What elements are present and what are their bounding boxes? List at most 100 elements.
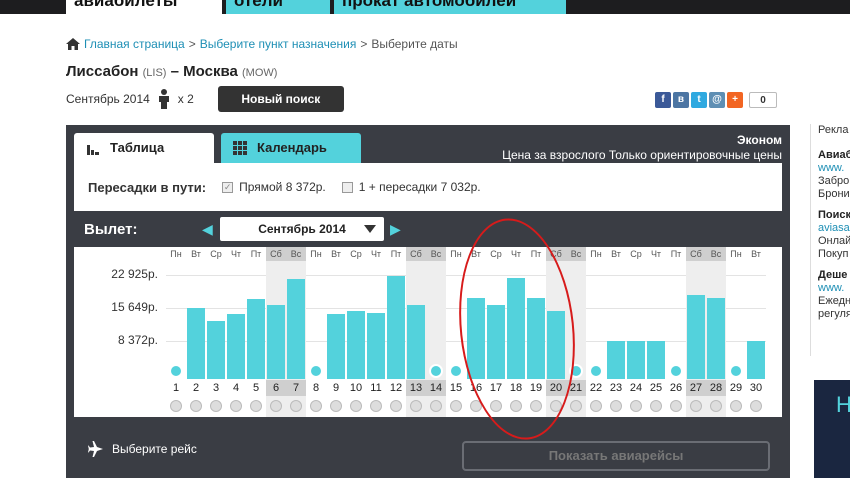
price-bar[interactable] [607,341,625,379]
price-bar[interactable] [707,298,725,379]
show-flights-button[interactable]: Показать авиарейсы [462,441,770,471]
search-icon[interactable] [169,364,183,378]
day-column[interactable]: Вт 30 [746,247,766,417]
tab-calendar[interactable]: Календарь [221,133,361,163]
day-radio[interactable] [290,400,302,412]
facebook-icon[interactable]: f [655,92,671,108]
day-radio[interactable] [610,400,622,412]
day-radio[interactable] [450,400,462,412]
day-column[interactable]: Вт 9 [326,247,346,417]
day-radio[interactable] [270,400,282,412]
twitter-icon[interactable]: t [691,92,707,108]
day-radio[interactable] [210,400,222,412]
ad-link[interactable]: www. [818,162,850,175]
search-icon[interactable] [429,364,443,378]
day-radio[interactable] [650,400,662,412]
day-column[interactable]: Пн 22 [586,247,606,417]
day-radio[interactable] [690,400,702,412]
day-column[interactable]: Сб 27 [686,247,706,417]
day-column[interactable]: Ср 24 [626,247,646,417]
ad-link[interactable]: aviasa [818,222,850,235]
vk-icon[interactable]: в [673,92,689,108]
day-radio[interactable] [230,400,242,412]
day-radio[interactable] [590,400,602,412]
price-bar[interactable] [387,276,405,379]
day-column[interactable]: Сб 13 [406,247,426,417]
day-column[interactable]: Пт 5 [246,247,266,417]
breadcrumb-destination[interactable]: Выберите пункт назначения [200,37,357,51]
day-column[interactable]: Пн 1 [166,247,186,417]
prev-month-arrow-icon[interactable]: ◀ [202,221,220,238]
ad-title[interactable]: Деше [818,269,850,282]
price-bar[interactable] [267,305,285,379]
day-radio[interactable] [330,400,342,412]
price-bar[interactable] [207,321,225,379]
day-column[interactable]: Вс 28 [706,247,726,417]
day-column[interactable]: Вс 14 [426,247,446,417]
price-bar[interactable] [627,341,645,379]
day-column[interactable]: Чт 4 [226,247,246,417]
search-icon[interactable] [669,364,683,378]
transfer-checkbox[interactable]: 1 + пересадки 7 032р. [341,180,481,194]
search-icon[interactable] [729,364,743,378]
day-column[interactable]: Вт 23 [606,247,626,417]
day-radio[interactable] [430,400,442,412]
price-bar[interactable] [647,341,665,379]
price-bar[interactable] [347,311,365,379]
search-icon[interactable] [309,364,323,378]
price-bar[interactable] [687,295,705,379]
day-column[interactable]: Вт 2 [186,247,206,417]
direct-checkbox[interactable]: ✓ Прямой 8 372р. [222,180,326,194]
mail-icon[interactable]: @ [709,92,725,108]
price-bar[interactable] [407,305,425,379]
breadcrumb-home[interactable]: Главная страница [84,37,185,51]
price-bar[interactable] [367,313,385,379]
day-column[interactable]: Чт 11 [366,247,386,417]
tab-car-rental[interactable]: прокат автомобилей [334,0,566,14]
day-column[interactable]: Сб 6 [266,247,286,417]
day-column[interactable]: Чт 25 [646,247,666,417]
price-bar[interactable] [227,314,245,379]
day-radio[interactable] [250,400,262,412]
tab-hotels[interactable]: отели [226,0,330,14]
day-column[interactable]: Вс 7 [286,247,306,417]
day-radio[interactable] [630,400,642,412]
day-radio[interactable] [350,400,362,412]
day-column[interactable]: Ср 10 [346,247,366,417]
day-radio[interactable] [310,400,322,412]
tab-flights[interactable]: авиабилеты [66,0,222,14]
day-column[interactable]: Пн 29 [726,247,746,417]
day-number: 4 [232,382,240,394]
day-radio[interactable] [410,400,422,412]
day-column[interactable]: Ср 3 [206,247,226,417]
day-radio[interactable] [730,400,742,412]
day-radio[interactable] [710,400,722,412]
day-radio[interactable] [190,400,202,412]
search-icon[interactable] [589,364,603,378]
day-radio[interactable] [670,400,682,412]
day-radio[interactable] [370,400,382,412]
day-radio[interactable] [750,400,762,412]
search-icon[interactable] [449,364,463,378]
price-bar[interactable] [747,341,765,379]
ad-link[interactable]: www. [818,282,850,295]
ad-title[interactable]: Поиск [818,209,850,222]
day-radio[interactable] [170,400,182,412]
price-bar[interactable] [187,308,205,379]
day-radio[interactable] [570,400,582,412]
plus-icon[interactable]: + [727,92,743,108]
day-column[interactable]: Пт 26 [666,247,686,417]
tab-table[interactable]: Таблица [74,133,214,163]
promo-banner[interactable]: Н [814,380,850,478]
day-column[interactable]: Пн 8 [306,247,326,417]
ad-title[interactable]: Авиаб [818,149,850,162]
price-bar[interactable] [287,279,305,379]
day-radio[interactable] [390,400,402,412]
next-month-arrow-icon[interactable]: ▶ [390,221,408,238]
price-bar[interactable] [327,314,345,379]
new-search-button[interactable]: Новый поиск [217,86,344,112]
day-column[interactable]: Пт 12 [386,247,406,417]
home-icon[interactable] [66,38,80,50]
month-select[interactable]: Сентябрь 2014 [220,217,384,241]
price-bar[interactable] [247,299,265,379]
